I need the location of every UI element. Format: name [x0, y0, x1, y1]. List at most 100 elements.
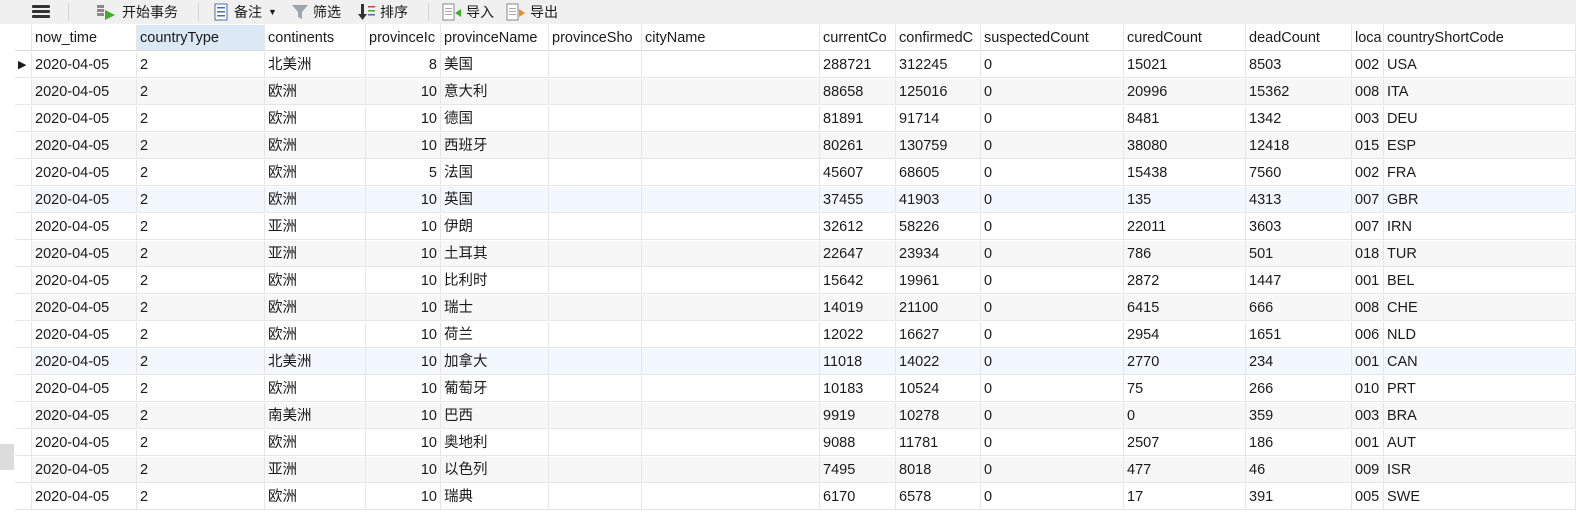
cell-countryShortCode[interactable]: PRT	[1384, 376, 1576, 402]
cell-loca[interactable]: 007	[1352, 187, 1384, 213]
cell-loca[interactable]: 010	[1352, 376, 1384, 402]
cell-countryType[interactable]: 2	[137, 457, 265, 483]
cell-provinceSho[interactable]	[549, 52, 642, 78]
table-row[interactable]: 2020-04-05 2 北美洲 10 加拿大 11018 14022 0 2770 234 001…	[15, 349, 1576, 376]
cell-suspectedCount[interactable]: 0	[981, 52, 1124, 78]
cell-provinceId[interactable]: 10	[366, 295, 441, 321]
cell-loca[interactable]: 001	[1352, 430, 1384, 456]
cell-cityName[interactable]	[642, 349, 820, 375]
cell-suspectedCount[interactable]: 0	[981, 79, 1124, 105]
cell-suspectedCount[interactable]: 0	[981, 241, 1124, 267]
column-header-currentCo[interactable]: currentCo	[820, 25, 896, 51]
cell-loca[interactable]: 003	[1352, 106, 1384, 132]
note-button[interactable]: 备注 ▼	[212, 0, 277, 24]
table-row[interactable]: 2020-04-05 2 欧洲 5 法国 45607 68605 0 15438 7560 002 F…	[15, 160, 1576, 187]
cell-suspectedCount[interactable]: 0	[981, 430, 1124, 456]
cell-provinceSho[interactable]	[549, 484, 642, 510]
note-dropdown-caret-icon[interactable]: ▼	[268, 7, 277, 17]
cell-now_time[interactable]: 2020-04-05	[32, 106, 137, 132]
cell-suspectedCount[interactable]: 0	[981, 376, 1124, 402]
cell-continents[interactable]: 北美洲	[265, 349, 366, 375]
cell-suspectedCount[interactable]: 0	[981, 187, 1124, 213]
cell-countryShortCode[interactable]: DEU	[1384, 106, 1576, 132]
cell-currentCo[interactable]: 9919	[820, 403, 896, 429]
cell-continents[interactable]: 欧洲	[265, 322, 366, 348]
column-header-suspectedCount[interactable]: suspectedCount	[981, 25, 1124, 51]
cell-provinceSho[interactable]	[549, 133, 642, 159]
cell-suspectedCount[interactable]: 0	[981, 457, 1124, 483]
column-header-provinceId[interactable]: provinceIc	[366, 25, 441, 51]
cell-countryShortCode[interactable]: ESP	[1384, 133, 1576, 159]
cell-now_time[interactable]: 2020-04-05	[32, 52, 137, 78]
cell-countryShortCode[interactable]: BEL	[1384, 268, 1576, 294]
cell-provinceName[interactable]: 英国	[441, 187, 549, 213]
column-header-confirmedC[interactable]: confirmedC	[896, 25, 981, 51]
cell-loca[interactable]: 008	[1352, 295, 1384, 321]
table-row[interactable]: ▶ 2020-04-05 2 北美洲 8 美国 288721 312245 0 15021 8503…	[15, 52, 1576, 79]
cell-provinceId[interactable]: 10	[366, 187, 441, 213]
table-row[interactable]: 2020-04-05 2 欧洲 10 英国 37455 41903 0 135 4313 007 GB…	[15, 187, 1576, 214]
cell-deadCount[interactable]: 1447	[1246, 268, 1352, 294]
cell-deadCount[interactable]: 4313	[1246, 187, 1352, 213]
cell-loca[interactable]: 007	[1352, 214, 1384, 240]
cell-confirmedC[interactable]: 8018	[896, 457, 981, 483]
row-indicator[interactable]	[15, 133, 32, 159]
cell-deadCount[interactable]: 8503	[1246, 52, 1352, 78]
cell-confirmedC[interactable]: 58226	[896, 214, 981, 240]
cell-curedCount[interactable]: 6415	[1124, 295, 1246, 321]
cell-currentCo[interactable]: 37455	[820, 187, 896, 213]
cell-curedCount[interactable]: 786	[1124, 241, 1246, 267]
cell-currentCo[interactable]: 15642	[820, 268, 896, 294]
cell-countryType[interactable]: 2	[137, 403, 265, 429]
cell-continents[interactable]: 北美洲	[265, 52, 366, 78]
cell-cityName[interactable]	[642, 79, 820, 105]
cell-deadCount[interactable]: 3603	[1246, 214, 1352, 240]
cell-countryShortCode[interactable]: FRA	[1384, 160, 1576, 186]
cell-countryShortCode[interactable]: CHE	[1384, 295, 1576, 321]
cell-countryShortCode[interactable]: NLD	[1384, 322, 1576, 348]
cell-provinceSho[interactable]	[549, 106, 642, 132]
cell-countryShortCode[interactable]: SWE	[1384, 484, 1576, 510]
cell-now_time[interactable]: 2020-04-05	[32, 322, 137, 348]
cell-now_time[interactable]: 2020-04-05	[32, 295, 137, 321]
cell-continents[interactable]: 亚洲	[265, 457, 366, 483]
cell-curedCount[interactable]: 2770	[1124, 349, 1246, 375]
cell-continents[interactable]: 亚洲	[265, 214, 366, 240]
cell-countryShortCode[interactable]: BRA	[1384, 403, 1576, 429]
cell-provinceId[interactable]: 10	[366, 430, 441, 456]
cell-provinceSho[interactable]	[549, 349, 642, 375]
cell-cityName[interactable]	[642, 376, 820, 402]
cell-provinceName[interactable]: 葡萄牙	[441, 376, 549, 402]
cell-deadCount[interactable]: 186	[1246, 430, 1352, 456]
cell-continents[interactable]: 欧洲	[265, 79, 366, 105]
column-header-cityName[interactable]: cityName	[642, 25, 820, 51]
column-header-deadCount[interactable]: deadCount	[1246, 25, 1352, 51]
cell-provinceId[interactable]: 10	[366, 133, 441, 159]
table-row[interactable]: 2020-04-05 2 欧洲 10 比利时 15642 19961 0 2872 1447 001…	[15, 268, 1576, 295]
cell-provinceSho[interactable]	[549, 430, 642, 456]
cell-confirmedC[interactable]: 125016	[896, 79, 981, 105]
cell-curedCount[interactable]: 15021	[1124, 52, 1246, 78]
cell-continents[interactable]: 欧洲	[265, 106, 366, 132]
cell-provinceName[interactable]: 比利时	[441, 268, 549, 294]
cell-deadCount[interactable]: 234	[1246, 349, 1352, 375]
cell-curedCount[interactable]: 0	[1124, 403, 1246, 429]
cell-provinceSho[interactable]	[549, 376, 642, 402]
cell-countryType[interactable]: 2	[137, 214, 265, 240]
cell-loca[interactable]: 001	[1352, 349, 1384, 375]
cell-confirmedC[interactable]: 10278	[896, 403, 981, 429]
cell-provinceId[interactable]: 10	[366, 268, 441, 294]
side-panel-collapse-tab[interactable]	[0, 444, 14, 470]
cell-now_time[interactable]: 2020-04-05	[32, 133, 137, 159]
cell-loca[interactable]: 002	[1352, 52, 1384, 78]
cell-suspectedCount[interactable]: 0	[981, 133, 1124, 159]
column-header-curedCount[interactable]: curedCount	[1124, 25, 1246, 51]
cell-loca[interactable]: 001	[1352, 268, 1384, 294]
cell-currentCo[interactable]: 6170	[820, 484, 896, 510]
cell-provinceName[interactable]: 法国	[441, 160, 549, 186]
row-indicator[interactable]	[15, 484, 32, 510]
column-header-continents[interactable]: continents	[265, 25, 366, 51]
cell-confirmedC[interactable]: 16627	[896, 322, 981, 348]
cell-curedCount[interactable]: 2507	[1124, 430, 1246, 456]
cell-cityName[interactable]	[642, 187, 820, 213]
